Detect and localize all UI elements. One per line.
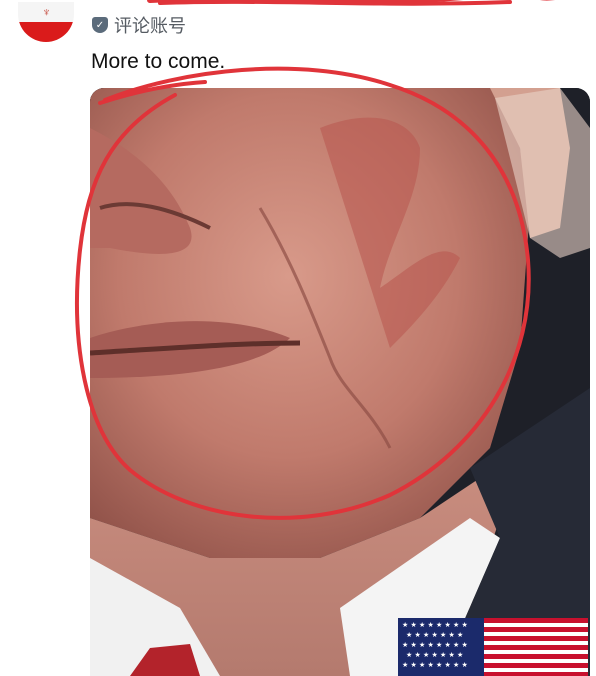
avatar[interactable]: ♆ bbox=[18, 2, 74, 42]
face-closeup-image bbox=[90, 88, 590, 676]
redacted-username bbox=[147, 0, 556, 6]
post-image[interactable] bbox=[90, 88, 590, 676]
account-badge-row: ✓ 评论账号 bbox=[92, 14, 186, 36]
post-text: More to come. bbox=[91, 50, 226, 73]
svg-text:★ ★ ★ ★ ★ ★ ★: ★ ★ ★ ★ ★ ★ ★ bbox=[406, 631, 463, 639]
svg-text:★ ★ ★ ★ ★ ★ ★: ★ ★ ★ ★ ★ ★ ★ bbox=[406, 651, 463, 659]
svg-text:★ ★ ★ ★ ★ ★ ★ ★: ★ ★ ★ ★ ★ ★ ★ ★ bbox=[402, 621, 468, 629]
emblem-icon: ♆ bbox=[42, 5, 51, 19]
account-label: 评论账号 bbox=[114, 16, 186, 36]
svg-text:★ ★ ★ ★ ★ ★ ★ ★: ★ ★ ★ ★ ★ ★ ★ ★ bbox=[402, 641, 468, 649]
avatar-flag-red-band bbox=[18, 22, 74, 42]
shield-icon: ✓ bbox=[92, 17, 108, 33]
svg-text:★ ★ ★ ★ ★ ★ ★ ★: ★ ★ ★ ★ ★ ★ ★ ★ bbox=[402, 661, 468, 669]
us-flag-icon: ★ ★ ★ ★ ★ ★ ★ ★ ★ ★ ★ ★ ★ ★ ★ ★ ★ ★ ★ ★ … bbox=[398, 618, 588, 676]
